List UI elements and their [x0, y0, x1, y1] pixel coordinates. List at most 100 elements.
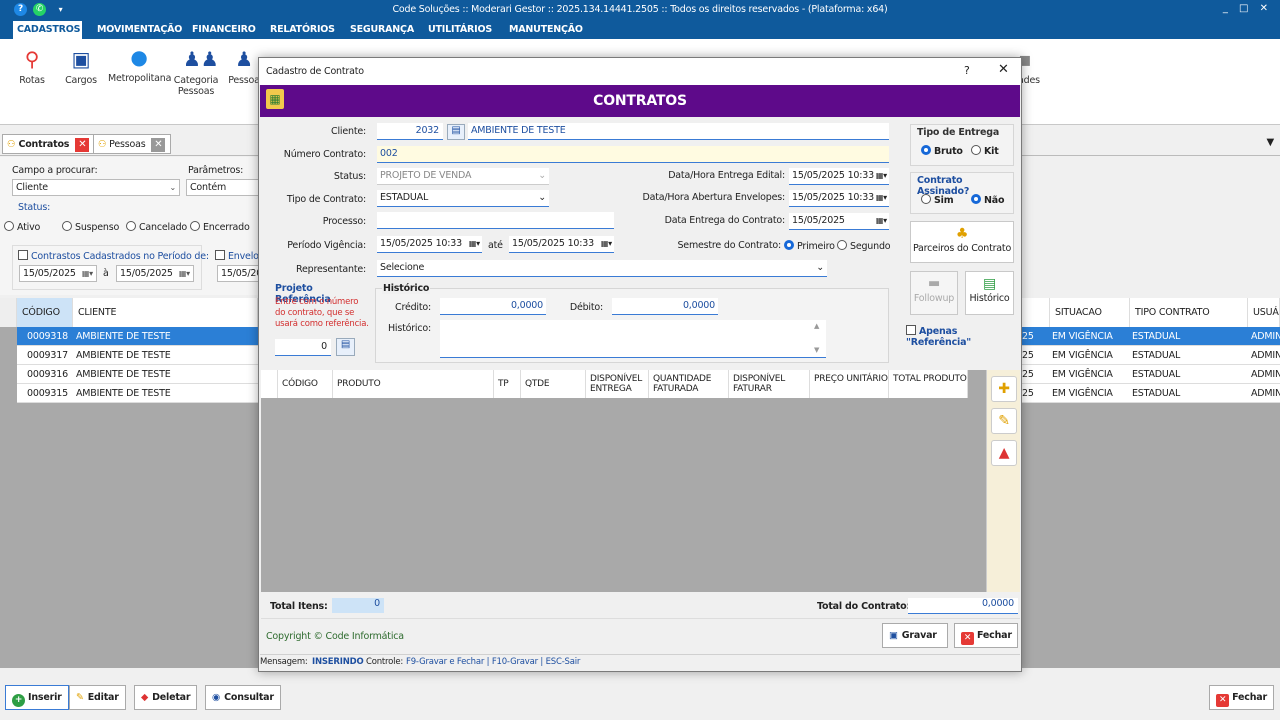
add-product-icon[interactable]: ✚ — [991, 376, 1017, 402]
entrega-radio-bruto[interactable]: Bruto — [921, 145, 963, 157]
fechar-main-button[interactable]: ✕ Fechar — [1209, 685, 1274, 710]
table-row[interactable]: 0009318 AMBIENTE DE TESTE — [17, 327, 258, 346]
abertura-envelopes-input[interactable]: 15/05/2025 10:33 ▦▾ — [789, 190, 889, 207]
calendar-icon[interactable]: ▦▾ — [469, 236, 480, 252]
delete-product-icon[interactable]: ▲ — [991, 440, 1017, 466]
period-from-date[interactable]: 15/05/2025 ▦▾ — [19, 265, 97, 282]
assinado-radio-sim[interactable]: Sim — [921, 194, 954, 206]
tab-pessoas[interactable]: ⚇ Pessoas ✕ — [93, 134, 171, 154]
ribbon-pessoas[interactable]: ♟ Pessoa — [227, 47, 261, 86]
column-header-produto[interactable]: PRODUTO — [333, 370, 494, 398]
cliente-code-input[interactable]: 2032 — [377, 123, 443, 140]
entrega-radio-kit[interactable]: Kit — [971, 145, 999, 157]
table-row[interactable]: 25 EM VIGÊNCIA ESTADUAL ADMIN — [1020, 384, 1280, 403]
status-select[interactable]: PROJETO DE VENDA ⌄ — [377, 168, 549, 185]
column-header-usuario[interactable]: USUÁ — [1248, 298, 1280, 327]
column-header-preco-unitario[interactable]: PREÇO UNITÁRIO — [810, 370, 889, 398]
param-select[interactable]: Contém — [186, 179, 260, 196]
menu-cadastros[interactable]: CADASTROS — [13, 21, 82, 39]
envelope-checkbox[interactable]: Envelop — [215, 250, 259, 262]
close-icon[interactable]: ✕ — [151, 137, 166, 152]
status-radio-encerrado[interactable]: Encerrado — [190, 221, 250, 233]
column-header-total-produto[interactable]: TOTAL PRODUTO — [889, 370, 968, 398]
deletar-button[interactable]: ◆ Deletar — [134, 685, 198, 710]
historico-button[interactable]: ▤ Histórico — [965, 271, 1014, 315]
column-header-codigo[interactable]: CÓDIGO — [17, 298, 73, 327]
menu-manutencao[interactable]: MANUTENÇÃO — [505, 21, 587, 39]
representante-select[interactable]: Selecione ⌄ — [377, 260, 827, 277]
search-contract-icon[interactable]: ▤ — [336, 338, 355, 356]
column-header-qtde[interactable]: QTDE — [521, 370, 586, 398]
inserir-button[interactable]: + Inserir — [5, 685, 69, 710]
envelope-from-date[interactable]: 15/05/20 — [217, 265, 260, 282]
ribbon-metropolitana[interactable]: ● Metropolitana — [108, 45, 171, 84]
help-button[interactable]: ? — [964, 64, 970, 77]
column-header-disponivel-faturar[interactable]: DISPONÍVEL FATURAR — [729, 370, 810, 398]
consultar-button[interactable]: ◉ Consultar — [205, 685, 281, 710]
table-row[interactable]: 25 EM VIGÊNCIA ESTADUAL ADMIN — [1020, 327, 1280, 346]
assinado-radio-nao[interactable]: Não — [971, 194, 1004, 206]
table-row[interactable]: 0009316 AMBIENTE DE TESTE — [17, 365, 258, 384]
vigencia-to-input[interactable]: 15/05/2025 10:33 ▦▾ — [509, 236, 614, 253]
tab-contratos[interactable]: ⚇ Contratos ✕ — [2, 134, 95, 154]
window-controls[interactable]: _ □ ✕ — [1223, 3, 1272, 14]
scroll-up-icon[interactable]: ▲ — [814, 322, 819, 330]
debito-input[interactable]: 0,0000 — [612, 298, 718, 315]
close-icon[interactable]: ✕ — [75, 137, 90, 152]
calendar-icon[interactable]: ▦▾ — [876, 168, 887, 184]
column-header-cliente[interactable]: CLIENTE — [73, 298, 258, 327]
edit-product-icon[interactable]: ✎ — [991, 408, 1017, 434]
ribbon-categoria-pessoas[interactable]: ♟♟ Categoria Pessoas — [172, 47, 220, 97]
entrega-edital-input[interactable]: 15/05/2025 10:33 ▦▾ — [789, 168, 889, 185]
semestre-radio-primeiro[interactable]: Primeiro — [784, 240, 835, 252]
menu-relatorios[interactable]: RELATÓRIOS — [266, 21, 339, 39]
column-header-codigo[interactable]: CÓDIGO — [278, 370, 333, 398]
credito-input[interactable]: 0,0000 — [440, 298, 546, 315]
cliente-name-input[interactable]: AMBIENTE DE TESTE — [468, 123, 889, 140]
followup-button[interactable]: ▬ Followup — [910, 271, 958, 315]
tab-list-dropdown-icon[interactable]: ▼ — [1267, 137, 1275, 148]
column-header-situacao[interactable]: SITUACAO — [1050, 298, 1130, 327]
numero-contrato-input[interactable]: 002 — [377, 146, 889, 163]
table-row[interactable]: 0009317 AMBIENTE DE TESTE — [17, 346, 258, 365]
menu-seguranca[interactable]: SEGURANÇA — [346, 21, 418, 39]
projeto-referencia-input[interactable]: 0 — [275, 339, 331, 356]
column-header-tp[interactable]: TP — [494, 370, 521, 398]
search-client-icon[interactable]: ▤ — [447, 124, 465, 140]
ribbon-cargos[interactable]: ▣ Cargos — [62, 47, 100, 86]
gravar-button[interactable]: ▣ Gravar — [882, 623, 948, 648]
vigencia-from-input[interactable]: 15/05/2025 10:33 ▦▾ — [377, 236, 482, 253]
table-row[interactable]: 25 EM VIGÊNCIA ESTADUAL ADMIN — [1020, 365, 1280, 384]
period-to-date[interactable]: 15/05/2025 ▦▾ — [116, 265, 194, 282]
column-header-disponivel-entrega[interactable]: DISPONÍVEL ENTREGA — [586, 370, 649, 398]
processo-input[interactable] — [377, 212, 614, 229]
column-header-tipo-contrato[interactable]: TIPO CONTRATO — [1130, 298, 1248, 327]
close-dialog-button[interactable]: ✕ — [998, 62, 1009, 77]
column-header-quantidade-faturada[interactable]: QUANTIDADE FATURADA — [649, 370, 729, 398]
fechar-dialog-button[interactable]: ✕ Fechar — [954, 623, 1018, 648]
calendar-icon[interactable]: ▦▾ — [601, 236, 612, 252]
status-radio-cancelado[interactable]: Cancelado — [126, 221, 187, 233]
parceiros-button[interactable]: ♣ Parceiros do Contrato — [910, 221, 1014, 263]
apenas-referencia-checkbox[interactable]: Apenas "Referência" — [906, 325, 1021, 348]
calendar-icon[interactable]: ▦▾ — [179, 266, 190, 281]
historico-textarea[interactable] — [440, 320, 826, 358]
calendar-icon[interactable]: ▦▾ — [82, 266, 93, 281]
tipo-contrato-select[interactable]: ESTADUAL ⌄ — [377, 190, 549, 207]
period-checkbox[interactable]: Contrastos Cadastrados no Período de: — [18, 250, 209, 262]
table-row[interactable]: 0009315 AMBIENTE DE TESTE — [17, 384, 258, 403]
table-row[interactable]: 25 EM VIGÊNCIA ESTADUAL ADMIN — [1020, 346, 1280, 365]
semestre-radio-segundo[interactable]: Segundo — [837, 240, 891, 252]
calendar-icon[interactable]: ▦▾ — [876, 190, 887, 206]
menu-utilitarios[interactable]: UTILITÁRIOS — [424, 21, 496, 39]
status-radio-ativo[interactable]: Ativo — [4, 221, 40, 233]
ribbon-rotas[interactable]: ⚲ Rotas — [14, 47, 50, 86]
entrega-contrato-input[interactable]: 15/05/2025 ▦▾ — [789, 213, 889, 230]
calendar-icon[interactable]: ▦▾ — [876, 213, 887, 229]
status-radio-suspenso[interactable]: Suspenso — [62, 221, 119, 233]
editar-button[interactable]: ✎ Editar — [69, 685, 126, 710]
column-header-hidden[interactable] — [1020, 298, 1050, 327]
field-select[interactable]: Cliente ⌄ — [12, 179, 180, 196]
menu-financeiro[interactable]: FINANCEIRO — [188, 21, 260, 39]
scroll-down-icon[interactable]: ▼ — [814, 346, 819, 354]
